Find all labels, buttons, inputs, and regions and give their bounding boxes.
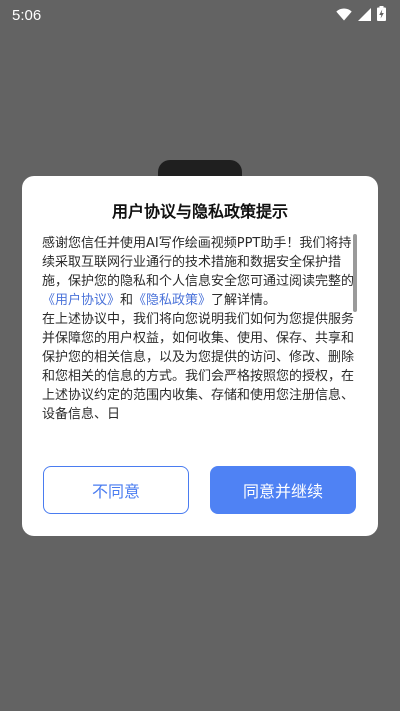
privacy-policy-link[interactable]: 《隐私政策》 (133, 293, 211, 308)
privacy-dialog: 用户协议与隐私政策提示 感谢您信任并使用AI写作绘画视频PPT助手！我们将持续采… (22, 176, 378, 536)
status-bar: 5:06 (0, 0, 400, 30)
battery-charging-icon (377, 5, 386, 25)
agree-continue-button[interactable]: 同意并继续 (210, 466, 356, 514)
content-scrollbar[interactable] (353, 234, 357, 312)
disagree-button[interactable]: 不同意 (43, 466, 189, 514)
paragraph-details: 在上述协议中，我们将向您说明我们如何为您提供服务并保障您的用户权益，如何收集、使… (42, 312, 355, 422)
wifi-icon (336, 6, 352, 25)
user-agreement-link[interactable]: 《用户协议》 (42, 293, 120, 308)
and-text: 和 (120, 293, 134, 308)
status-time: 5:06 (12, 6, 42, 24)
intro-text: 感谢您信任并使用AI写作绘画视频PPT助手！我们将持续采取互联网行业通行的技术措… (42, 236, 355, 289)
status-icons (336, 5, 386, 25)
paragraph-intro: 感谢您信任并使用AI写作绘画视频PPT助手！我们将持续采取互联网行业通行的技术措… (42, 234, 358, 310)
cellular-signal-icon (358, 6, 371, 25)
dialog-title: 用户协议与隐私政策提示 (111, 202, 288, 221)
outro-text: 了解详情。 (211, 293, 277, 308)
dialog-content[interactable]: 感谢您信任并使用AI写作绘画视频PPT助手！我们将持续采取互联网行业通行的技术措… (42, 234, 358, 458)
